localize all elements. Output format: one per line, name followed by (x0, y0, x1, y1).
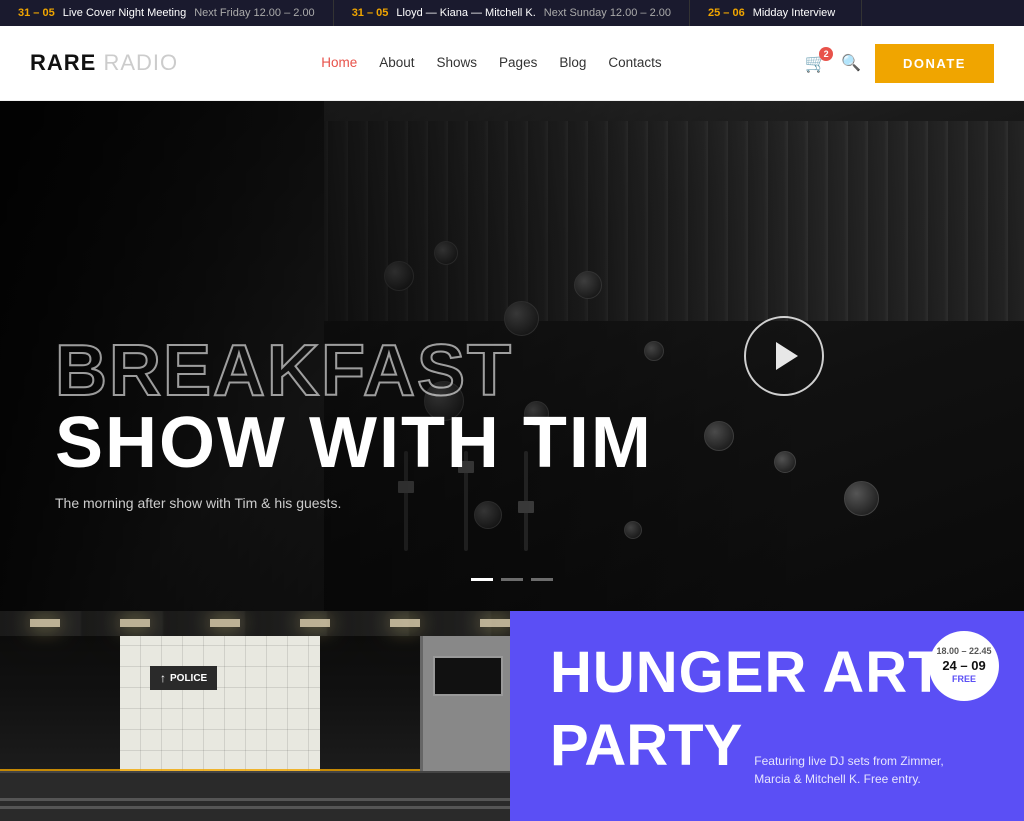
hero-title-outline: BREAKFAST (55, 335, 653, 407)
subway-light-5 (390, 619, 420, 627)
bottom-section: POLICE 18.00 – 22.45 24 – 09 FREE HUNGER… (0, 611, 1024, 821)
hero-subtitle: The morning after show with Tim & his gu… (55, 495, 653, 511)
cart-button[interactable]: 🛒 2 (805, 53, 827, 74)
event-name-line1: HUNGER ART (550, 644, 945, 702)
ticker-title-1: Live Cover Night Meeting (63, 7, 187, 19)
ticker-title-3: Midday Interview (753, 7, 836, 19)
subway-light-2 (120, 619, 150, 627)
ticker-time-2: Next Sunday 12.00 – 2.00 (544, 7, 671, 19)
donate-button[interactable]: DONATE (875, 44, 994, 83)
subway-lights (0, 619, 510, 627)
event-party-line: PARTY Featuring live DJ sets from Zimmer… (550, 712, 989, 793)
header-actions: 🛒 2 🔍 DONATE (805, 44, 994, 83)
police-sign-text: POLICE (170, 673, 207, 684)
cart-badge: 2 (819, 47, 833, 61)
ticker-time-1: Next Friday 12.00 – 2.00 (194, 7, 314, 19)
slide-dot-3[interactable] (531, 578, 553, 581)
main-nav: Home About Shows Pages Blog Contacts (321, 54, 661, 72)
logo-light: RADIO (103, 50, 178, 75)
ticker-item-1: 31 – 05 Live Cover Night Meeting Next Fr… (0, 0, 334, 26)
ticker-date-3: 25 – 06 (708, 7, 745, 19)
event-name-line2: PARTY (550, 712, 742, 779)
ticker-bar: 31 – 05 Live Cover Night Meeting Next Fr… (0, 0, 1024, 26)
hero-slider-dots (471, 578, 553, 581)
hero-title: BREAKFAST SHOW WITH TIM (55, 335, 653, 479)
track-1 (0, 798, 510, 801)
event-desc-text: Featuring live DJ sets from Zimmer, Marc… (754, 752, 954, 788)
event-badge-free: FREE (952, 674, 976, 686)
ticker-title-2: Lloyd — Kiana — Mitchell K. (396, 7, 535, 19)
nav-item-about[interactable]: About (379, 55, 414, 70)
event-badge-time: 18.00 – 22.45 (936, 646, 991, 658)
nav-item-pages[interactable]: Pages (499, 55, 537, 70)
subway-light-3 (210, 619, 240, 627)
ticker-item-2: 31 – 05 Lloyd — Kiana — Mitchell K. Next… (334, 0, 690, 26)
ticker-date-1: 31 – 05 (18, 7, 55, 19)
event-badge: 18.00 – 22.45 24 – 09 FREE (929, 631, 999, 701)
nav-item-blog[interactable]: Blog (559, 55, 586, 70)
subway-panel: POLICE (0, 611, 510, 821)
subway-light-4 (300, 619, 330, 627)
subway-platform (0, 771, 510, 821)
train-window (433, 656, 503, 696)
event-title-area: HUNGER ART (550, 644, 989, 702)
logo[interactable]: RARE RADIO (30, 50, 178, 76)
subway-wall (120, 636, 320, 771)
slide-dot-1[interactable] (471, 578, 493, 581)
hero-title-solid: SHOW WITH TIM (55, 407, 653, 479)
nav-item-contacts[interactable]: Contacts (608, 55, 661, 70)
subway-light-6 (480, 619, 510, 627)
subway-light-1 (30, 619, 60, 627)
subway-train (420, 636, 510, 771)
nav-item-home[interactable]: Home (321, 55, 357, 70)
police-sign: POLICE (150, 666, 217, 690)
logo-bold: RARE (30, 50, 96, 75)
hero-section: BREAKFAST SHOW WITH TIM The morning afte… (0, 101, 1024, 611)
slide-dot-2[interactable] (501, 578, 523, 581)
event-panel: 18.00 – 22.45 24 – 09 FREE HUNGER ART PA… (510, 611, 1024, 821)
hero-content: BREAKFAST SHOW WITH TIM The morning afte… (55, 335, 653, 511)
event-description: Featuring live DJ sets from Zimmer, Marc… (754, 752, 954, 788)
ticker-item-3: 25 – 06 Midday Interview (690, 0, 862, 26)
play-button[interactable] (744, 316, 824, 396)
track-2 (0, 806, 510, 809)
search-icon[interactable]: 🔍 (841, 53, 861, 73)
subway-wall-tiles (120, 636, 320, 771)
ticker-date-2: 31 – 05 (352, 7, 389, 19)
event-badge-date: 24 – 09 (942, 658, 985, 675)
header: RARE RADIO Home About Shows Pages Blog C… (0, 26, 1024, 101)
nav-item-shows[interactable]: Shows (437, 55, 478, 70)
